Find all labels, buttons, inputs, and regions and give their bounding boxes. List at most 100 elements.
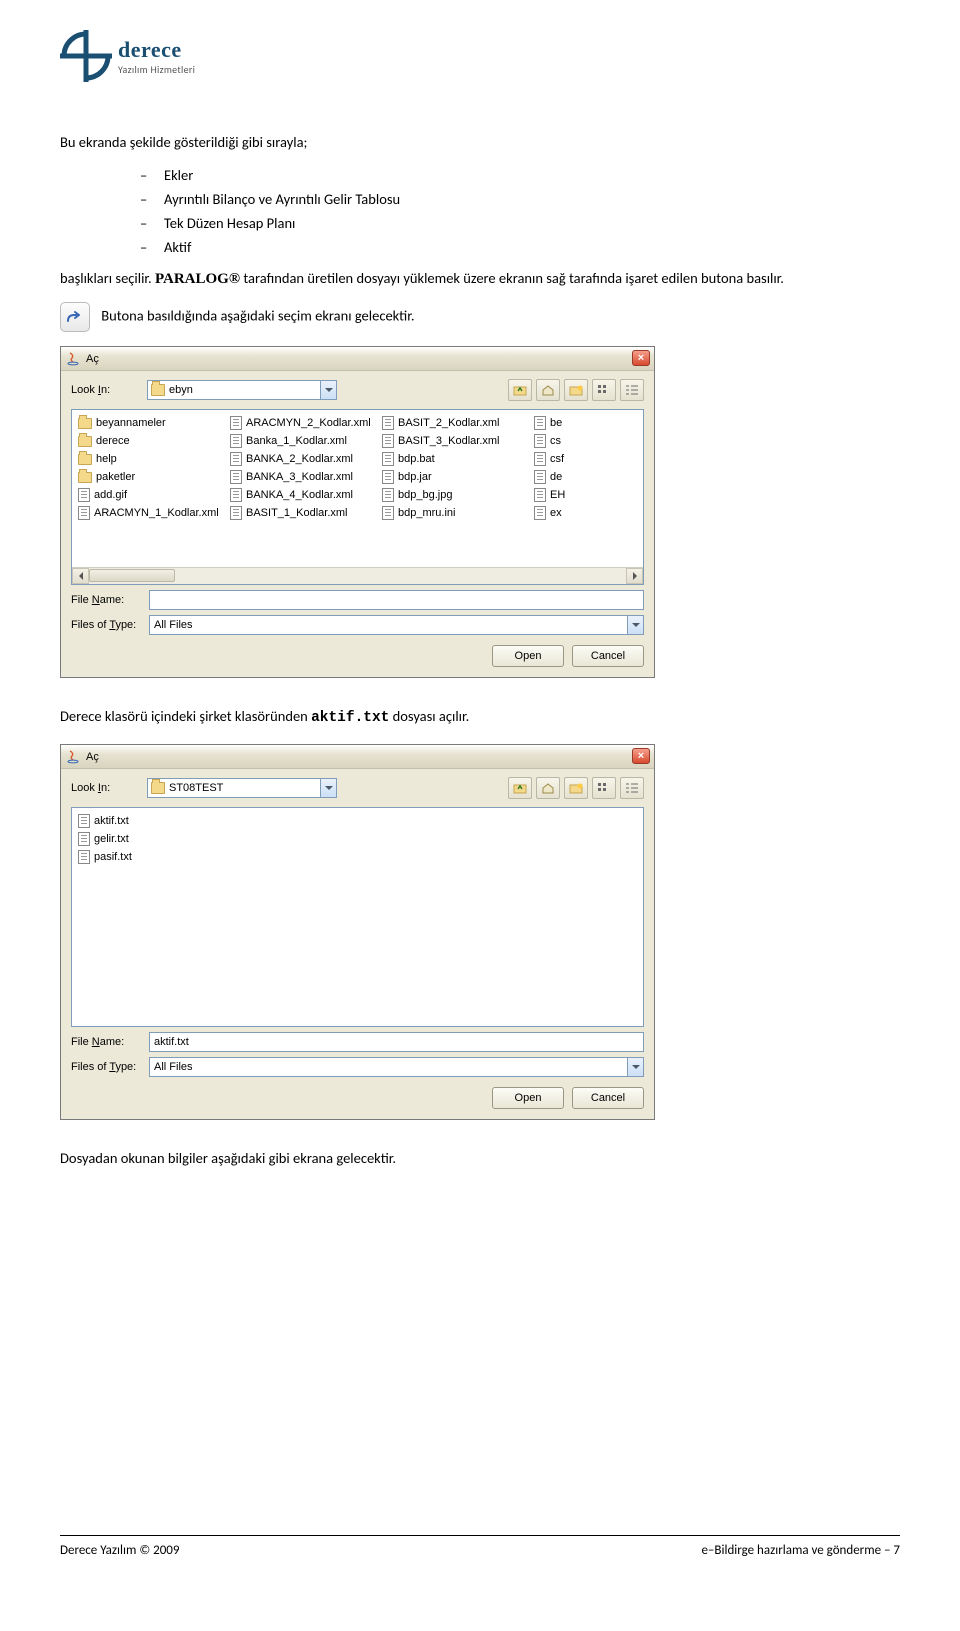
file-open-dialog-1: Aç × Look In: ebyn beyan [60,346,655,678]
filename-label: File Name: [71,1036,149,1048]
file-item[interactable]: BASIT_2_Kodlar.xml [380,414,532,432]
file-item[interactable]: bdp.jar [380,468,532,486]
lookin-select[interactable]: ST08TEST [147,778,337,798]
lookin-label: Look In: [71,782,139,794]
chevron-down-icon[interactable] [627,1058,643,1076]
file-item[interactable]: Banka_1_Kodlar.xml [228,432,380,450]
file-item[interactable]: cs [532,432,644,450]
chevron-down-icon[interactable] [320,779,336,797]
upload-icon-button[interactable] [60,302,90,332]
file-icon [382,488,394,502]
folder-icon [78,472,92,483]
filetype-select[interactable]: All Files [149,1057,644,1077]
footer-divider [60,1535,900,1536]
up-folder-button[interactable] [508,777,532,799]
chevron-down-icon[interactable] [627,616,643,634]
folder-icon [151,782,165,794]
file-item[interactable]: BASIT_1_Kodlar.xml [228,504,380,522]
file-item[interactable]: beyannameler [76,414,228,432]
file-item[interactable]: EH [532,486,644,504]
paragraph-4: Dosyadan okunan bilgiler aşağıdaki gibi … [60,1148,900,1170]
file-icon [382,470,394,484]
lookin-select[interactable]: ebyn [147,380,337,400]
file-item[interactable]: BANKA_3_Kodlar.xml [228,468,380,486]
file-icon [534,470,546,484]
paragraph-1: başlıkları seçilir. PARALOG® tarafından … [60,268,900,291]
folder-icon [151,384,165,396]
file-icon [78,850,90,864]
file-item[interactable]: pasif.txt [76,848,228,866]
close-button[interactable]: × [632,748,650,764]
filetype-select[interactable]: All Files [149,615,644,635]
new-folder-button[interactable] [564,777,588,799]
file-icon [78,506,90,520]
filename-input[interactable]: aktif.txt [149,1032,644,1052]
filetype-label: Files of Type: [71,1061,149,1073]
cancel-button[interactable]: Cancel [572,645,644,667]
file-icon [230,506,242,520]
home-button[interactable] [536,379,560,401]
dialog-titlebar: Aç × [61,745,654,769]
filetype-label: Files of Type: [71,619,149,631]
new-folder-button[interactable] [564,379,588,401]
file-item[interactable]: BANKA_2_Kodlar.xml [228,450,380,468]
file-icon [534,452,546,466]
bullet-item: –Aktif [140,238,900,256]
file-icon [78,814,90,828]
file-list-area[interactable]: beyannamelerderecehelppaketleradd.gifARA… [71,409,644,585]
file-item[interactable]: de [532,468,644,486]
file-icon [78,488,90,502]
paralog-brand: PARALOG® [155,271,240,287]
file-item[interactable]: be [532,414,644,432]
java-icon [65,749,81,765]
file-item[interactable]: aktif.txt [76,812,228,830]
up-folder-button[interactable] [508,379,532,401]
home-button[interactable] [536,777,560,799]
folder-icon [78,454,92,465]
file-icon [230,470,242,484]
scroll-left-button[interactable] [72,568,89,584]
file-item[interactable]: bdp_mru.ini [380,504,532,522]
list-view-button[interactable] [592,379,616,401]
file-icon [382,434,394,448]
page-footer: Derece Yazılım © 2009 e–Bildirge hazırla… [60,1543,900,1558]
file-icon [382,452,394,466]
file-icon [78,832,90,846]
file-item[interactable]: ex [532,504,644,522]
lookin-label: Look In: [71,384,139,396]
file-item[interactable]: BASIT_3_Kodlar.xml [380,432,532,450]
scroll-thumb[interactable] [89,569,175,582]
file-item[interactable]: BANKA_4_Kodlar.xml [228,486,380,504]
file-list-area[interactable]: aktif.txtgelir.txtpasif.txt [71,807,644,1027]
scroll-right-button[interactable] [626,568,643,584]
open-button[interactable]: Open [492,645,564,667]
details-view-button[interactable] [620,777,644,799]
list-view-button[interactable] [592,777,616,799]
file-icon [534,488,546,502]
footer-right: e–Bildirge hazırlama ve gönderme – 7 [701,1543,900,1558]
file-item[interactable]: help [76,450,228,468]
filename-input[interactable] [149,590,644,610]
file-item[interactable]: add.gif [76,486,228,504]
dialog-title: Aç [86,353,99,365]
file-item[interactable]: bdp.bat [380,450,532,468]
cancel-button[interactable]: Cancel [572,1087,644,1109]
file-item[interactable]: csf [532,450,644,468]
logo-mark [60,30,112,82]
file-item[interactable]: ARACMYN_2_Kodlar.xml [228,414,380,432]
open-button[interactable]: Open [492,1087,564,1109]
horizontal-scrollbar[interactable] [72,567,643,584]
file-item[interactable]: bdp_bg.jpg [380,486,532,504]
java-icon [65,351,81,367]
file-item[interactable]: derece [76,432,228,450]
chevron-down-icon[interactable] [320,381,336,399]
details-view-button[interactable] [620,379,644,401]
brand-logo: derece Yazılım Hizmetleri [60,30,900,82]
close-button[interactable]: × [632,350,650,366]
file-item[interactable]: paketler [76,468,228,486]
file-item[interactable]: ARACMYN_1_Kodlar.xml [76,504,228,522]
intro-text: Bu ekranda şekilde gösterildiği gibi sır… [60,132,900,154]
file-icon [230,416,242,430]
file-item[interactable]: gelir.txt [76,830,228,848]
paragraph-3: Derece klasörü içindeki şirket klasöründ… [60,706,900,730]
